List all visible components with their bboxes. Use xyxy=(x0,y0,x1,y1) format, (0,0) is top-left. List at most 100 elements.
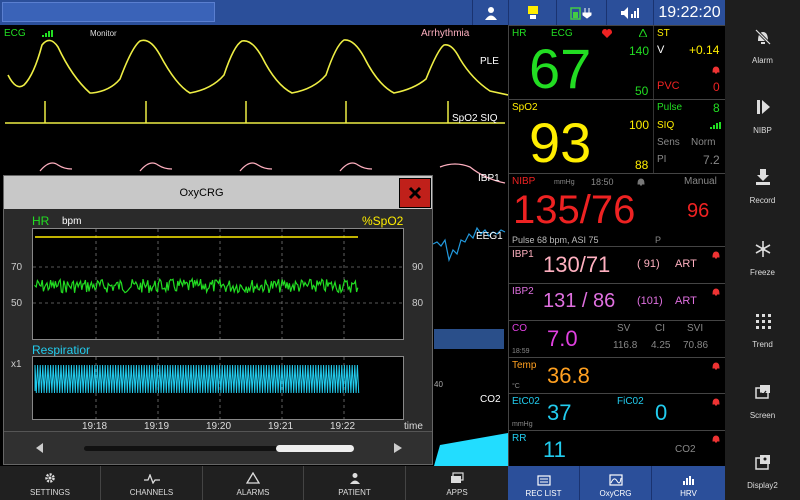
rr-param-panel[interactable]: RR 11 CO2 xyxy=(508,430,725,466)
ibp1-label: IBP1 xyxy=(512,249,534,260)
record-button[interactable]: Record xyxy=(725,166,800,205)
etco2-param-panel[interactable]: EtC02 mmHg 37 FiC02 0 xyxy=(508,393,725,430)
ibp1-mean: ( 91) xyxy=(637,258,660,270)
sv-label: SV xyxy=(617,323,631,334)
hr-value: 67 xyxy=(529,37,592,99)
hr-upper-limit: 140 xyxy=(629,44,650,58)
time-scroll-bar[interactable] xyxy=(4,431,432,464)
siq-label: SIQ xyxy=(657,120,675,131)
display2-button[interactable]: Display2 xyxy=(725,451,800,490)
co2-waveform xyxy=(434,433,508,466)
svi-value: 70.86 xyxy=(683,340,709,351)
ci-label: CI xyxy=(655,323,665,334)
main-menu-bar: SETTINGS CHANNELS ALARMS PATIENT APPS xyxy=(0,466,508,500)
alarm-bell-icon xyxy=(712,362,720,370)
co-label: CO xyxy=(512,323,527,334)
nibp-pulse-line: Pulse 68 bpm, ASI 75 xyxy=(512,235,599,245)
spo2-lower-limit: 88 xyxy=(635,158,649,172)
quick-keys-sidebar: Alarm NIBP Record Freeze Trend Screen Di… xyxy=(725,0,800,500)
ibp2-param-panel[interactable]: IBP2 131 / 86 (101) ART xyxy=(508,283,725,320)
trend-button[interactable]: Trend xyxy=(725,310,800,349)
st-value: +0.14 xyxy=(689,43,720,57)
waveform-icon xyxy=(143,474,160,484)
alarm-bell-icon xyxy=(712,398,720,406)
ibp1-value: 130/71 xyxy=(543,252,611,277)
ibp1-wave-label[interactable]: IBP1 xyxy=(478,173,500,184)
trend-button-label: Trend xyxy=(752,340,773,349)
temp-param-panel[interactable]: Temp °C 36.8 xyxy=(508,357,725,393)
battery-status[interactable] xyxy=(556,0,606,25)
network-status[interactable] xyxy=(508,0,556,25)
rec-list-button[interactable]: REC LIST xyxy=(508,466,580,500)
resp-trend-plot xyxy=(34,357,360,419)
resp-trend-line xyxy=(34,364,360,394)
hr-trend-label: HR xyxy=(32,214,50,228)
resp-trend-label: Respiratior xyxy=(32,343,91,357)
temp-value: 36.8 xyxy=(547,363,590,388)
etco2-label: EtC02 xyxy=(512,396,540,407)
oxycrg-button[interactable]: OxyCRG xyxy=(580,466,652,500)
st-label: ST xyxy=(657,28,670,39)
co-time: 18:59 xyxy=(512,348,530,355)
nibp-button[interactable]: NIBP xyxy=(725,96,800,135)
ple-label[interactable]: PLE xyxy=(480,56,499,67)
etco2-unit: mmHg xyxy=(512,421,533,428)
hrv-button[interactable]: HRV xyxy=(652,466,725,500)
ibp2-site: ART xyxy=(675,295,697,307)
volume-status[interactable] xyxy=(606,0,653,25)
alarm-bell-icon xyxy=(712,288,720,296)
close-icon xyxy=(408,186,422,200)
eeg-wave-label[interactable]: EEG1 xyxy=(476,231,503,242)
ibp2-value: 131 / 86 xyxy=(543,290,616,312)
bell-off-icon xyxy=(754,28,771,46)
record-button-label: Record xyxy=(749,196,776,205)
patient-label: PATIENT xyxy=(338,488,371,497)
nibp-param-panel[interactable]: NIBP mmHg 18:50 Manual 135/76 96 Pulse 6… xyxy=(508,173,725,246)
spo2-param-panel[interactable]: SpO2 93 100 88 Pulse 8 SIQ Sens Norm PI … xyxy=(508,99,725,173)
alarm-bell-icon xyxy=(637,178,645,186)
scroll-left-icon[interactable] xyxy=(36,443,44,453)
close-button[interactable] xyxy=(399,178,431,208)
sens-value: Norm xyxy=(691,137,716,148)
screen-icon xyxy=(754,385,770,399)
freeze-button[interactable]: Freeze xyxy=(725,238,800,277)
heart-icon xyxy=(602,29,612,38)
oxycrg-title: OxyCRG xyxy=(179,186,224,199)
spo2-tick-80: 80 xyxy=(412,298,424,309)
settings-button[interactable]: SETTINGS xyxy=(0,466,101,500)
scroll-right-icon[interactable] xyxy=(394,443,402,453)
nibp-button-label: NIBP xyxy=(753,126,772,135)
rr-co2-label: CO2 xyxy=(675,444,696,455)
hr-param-panel[interactable]: HR ECG 67 140 50 ST V +0.14 PVC 0 xyxy=(508,25,725,99)
st-lead: V xyxy=(657,44,665,56)
resp-trend-chart xyxy=(32,356,404,420)
person-icon xyxy=(484,6,497,20)
co-param-panel[interactable]: CO 18:59 7.0 SV 116.8 CI 4.25 SVI 70.86 xyxy=(508,320,725,357)
alarm-bell-icon xyxy=(712,435,720,443)
patient-menu-button[interactable]: PATIENT xyxy=(304,466,406,500)
spo2-trend-label: %SpO2 xyxy=(362,214,404,228)
co-value: 7.0 xyxy=(547,326,578,351)
spo2-siq-label[interactable]: SpO2 SIQ xyxy=(452,113,498,124)
temp-unit: °C xyxy=(512,383,520,390)
fico2-label: FiC02 xyxy=(617,396,644,407)
ibp1-site: ART xyxy=(675,258,697,270)
alarm-bell-icon xyxy=(712,66,720,74)
rr-value: 11 xyxy=(543,437,566,462)
channels-button[interactable]: CHANNELS xyxy=(101,466,203,500)
patient-info-field[interactable] xyxy=(2,2,215,22)
screen-button[interactable]: Screen xyxy=(725,381,800,420)
hr-spo2-trend-chart xyxy=(32,228,404,340)
temp-label: Temp xyxy=(512,360,537,371)
alarm-triangle-icon xyxy=(246,472,260,484)
gear-icon xyxy=(45,473,55,483)
list-icon xyxy=(536,475,551,486)
ibp1-param-panel[interactable]: IBP1 130/71 ( 91) ART xyxy=(508,246,725,283)
alarms-button[interactable]: ALARMS xyxy=(203,466,304,500)
apps-button[interactable]: APPS xyxy=(406,466,508,500)
rr-label: RR xyxy=(512,433,527,444)
alarm-button[interactable]: Alarm xyxy=(725,26,800,65)
co2-wave-label[interactable]: CO2 xyxy=(480,394,501,405)
scroll-thumb[interactable] xyxy=(276,445,354,452)
patient-button[interactable] xyxy=(472,0,508,25)
